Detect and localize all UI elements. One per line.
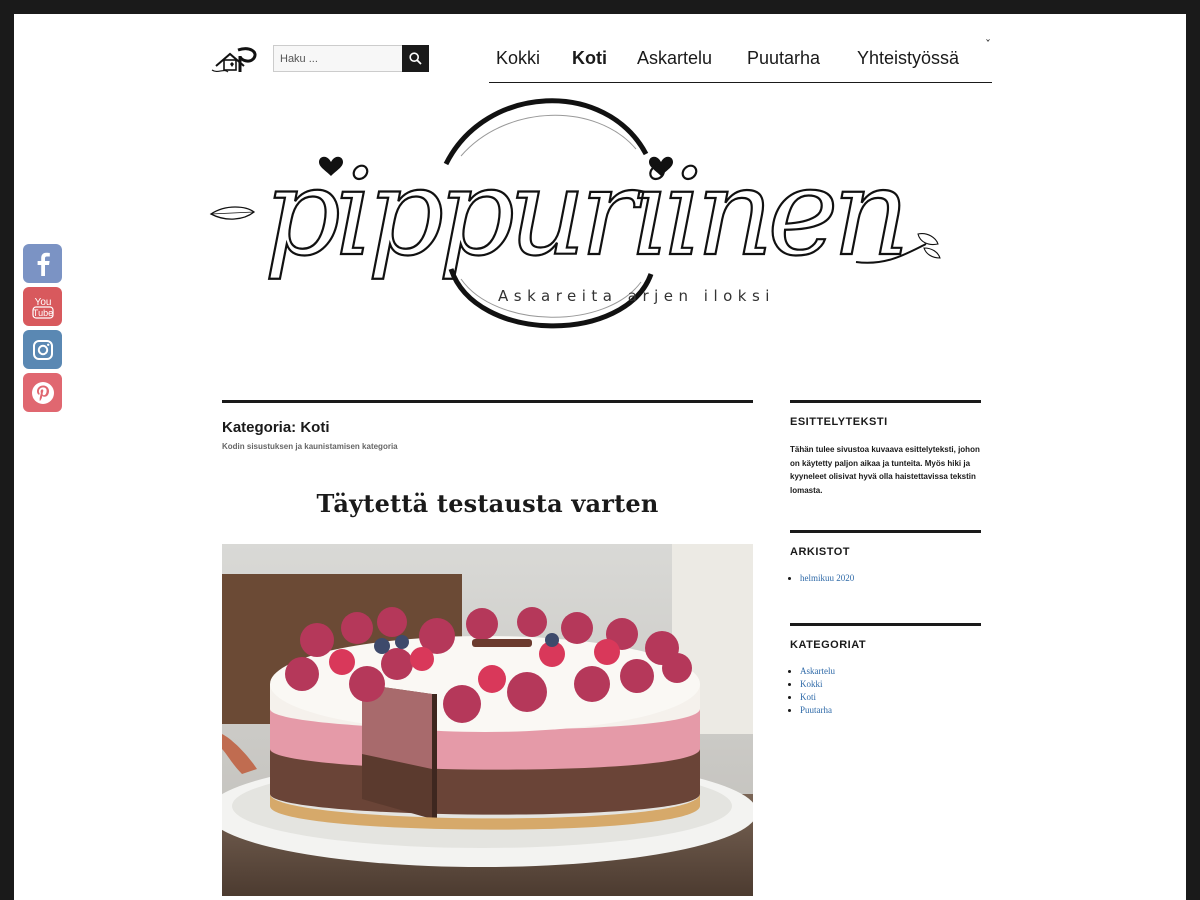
nav-item-puutarha[interactable]: Puutarha bbox=[747, 48, 820, 69]
archive-link[interactable]: helmikuu 2020 bbox=[800, 572, 981, 585]
search-form bbox=[273, 45, 429, 72]
youtube-button[interactable]: You Tube bbox=[23, 287, 62, 326]
widget-intro-text: Tähän tulee sivustoa kuvaava esittelytek… bbox=[790, 445, 980, 495]
category-link-puutarha[interactable]: Puutarha bbox=[800, 704, 981, 717]
widget-categories: KATEGORIAT Askartelu Kokki Koti Puutarha bbox=[790, 623, 981, 717]
facebook-icon bbox=[37, 252, 50, 276]
section-divider bbox=[222, 400, 753, 403]
logo-script-text: pippuriinen bbox=[264, 144, 904, 283]
search-icon bbox=[409, 52, 422, 65]
main-navigation: Kokki Koti Askartelu Puutarha Yhteistyös… bbox=[489, 38, 992, 83]
widget-divider bbox=[790, 623, 981, 626]
post-title[interactable]: Täytettä testausta varten bbox=[222, 489, 753, 518]
chevron-down-icon[interactable]: ˇ bbox=[985, 38, 991, 52]
pinterest-button[interactable] bbox=[23, 373, 62, 412]
widget-title: ESITTELYTEKSTI bbox=[790, 416, 888, 428]
pinterest-icon bbox=[31, 381, 54, 404]
widget-title: KATEGORIAT bbox=[790, 639, 867, 651]
archive-description: Kodin sisustuksen ja kaunistamisen kateg… bbox=[222, 442, 398, 451]
nav-item-askartelu[interactable]: Askartelu bbox=[637, 48, 712, 69]
nav-item-yhteistyossa[interactable]: Yhteistyössä bbox=[857, 48, 959, 69]
svg-text:You: You bbox=[34, 297, 51, 308]
instagram-button[interactable] bbox=[23, 330, 62, 369]
category-link-askartelu[interactable]: Askartelu bbox=[800, 665, 981, 678]
category-link-koti[interactable]: Koti bbox=[800, 691, 981, 704]
youtube-icon: You Tube bbox=[31, 297, 54, 319]
facebook-button[interactable] bbox=[23, 244, 62, 283]
widget-archives: ARKISTOT helmikuu 2020 bbox=[790, 530, 981, 585]
widget-intro: ESITTELYTEKSTI Tähän tulee sivustoa kuva… bbox=[790, 400, 981, 497]
featured-image[interactable] bbox=[207, 544, 757, 896]
search-button[interactable] bbox=[402, 45, 429, 72]
widget-title: ARKISTOT bbox=[790, 546, 851, 558]
main-content: Kategoria: Koti Kodin sisustuksen ja kau… bbox=[207, 400, 757, 900]
svg-text:Tube: Tube bbox=[32, 308, 52, 318]
category-link-kokki[interactable]: Kokki bbox=[800, 678, 981, 691]
search-input[interactable] bbox=[274, 46, 406, 71]
site-logo[interactable]: pippuriinen Askareita arjen iloksi bbox=[206, 94, 946, 334]
nav-item-kokki[interactable]: Kokki bbox=[496, 48, 540, 69]
archive-title: Kategoria: Koti bbox=[222, 419, 330, 436]
site-logo-icon[interactable] bbox=[210, 44, 262, 74]
nav-item-koti[interactable]: Koti bbox=[572, 48, 607, 69]
logo-tagline: Askareita arjen iloksi bbox=[498, 287, 775, 305]
instagram-icon bbox=[32, 339, 53, 360]
widget-divider bbox=[790, 530, 981, 533]
page: Kokki Koti Askartelu Puutarha Yhteistyös… bbox=[14, 14, 1186, 900]
sidebar: ESITTELYTEKSTI Tähän tulee sivustoa kuva… bbox=[790, 400, 981, 715]
widget-divider bbox=[790, 400, 981, 403]
